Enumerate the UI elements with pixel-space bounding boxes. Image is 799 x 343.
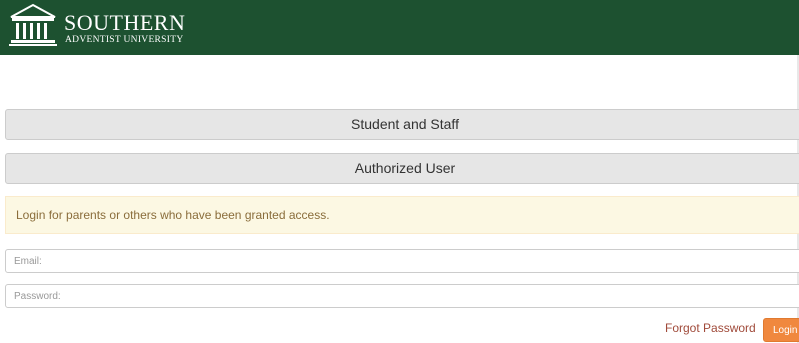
columned-building-icon [9, 3, 57, 46]
university-logo[interactable]: SOUTHERN ADVENTIST UNIVERSITY [8, 2, 185, 52]
login-button[interactable]: Login [763, 318, 799, 342]
email-field[interactable] [5, 249, 799, 273]
info-alert: Login for parents or others who have bee… [5, 196, 799, 234]
forgot-password-link[interactable]: Forgot Password [665, 321, 756, 335]
student-staff-button[interactable]: Student and Staff [5, 109, 799, 140]
logo-subtitle: ADVENTIST UNIVERSITY [65, 35, 184, 45]
logo-name: SOUTHERN [64, 10, 186, 35]
password-field[interactable] [5, 284, 799, 308]
authorized-user-button[interactable]: Authorized User [5, 153, 799, 184]
site-header: SOUTHERN ADVENTIST UNIVERSITY [0, 0, 799, 55]
